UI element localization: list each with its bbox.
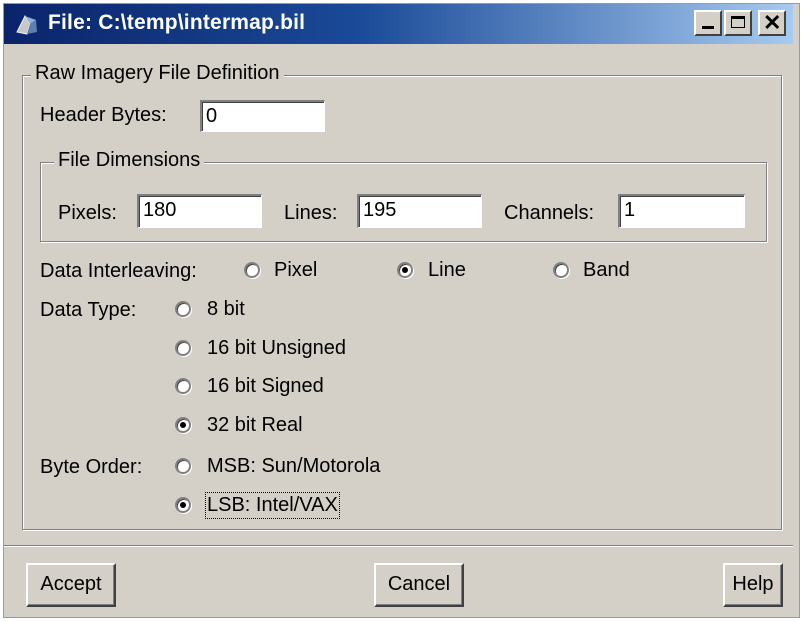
byte-order-lsb-label[interactable]: LSB: Intel/VAX [205,492,340,519]
app-icon [16,14,37,35]
data-type-16bit-signed-label[interactable]: 16 bit Signed [207,375,324,398]
data-type-32bit-real-label[interactable]: 32 bit Real [207,414,303,437]
data-type-8bit-radio[interactable] [175,301,191,317]
data-type-16bit-unsigned-radio[interactable] [175,340,191,356]
interleaving-pixel-label[interactable]: Pixel [274,259,317,282]
byte-order-msb-radio[interactable] [175,458,191,474]
help-button[interactable]: Help [723,563,783,607]
pixels-label: Pixels: [58,202,117,224]
lines-label: Lines: [284,202,338,224]
window-title: File: C:\temp\intermap.bil [48,11,306,34]
header-bytes-input[interactable]: 0 [200,100,325,132]
byte-order-lsb-radio[interactable] [175,497,191,513]
title-bar[interactable]: File: C:\temp\intermap.bil ✕ [4,4,793,44]
header-bytes-label: Header Bytes: [40,104,167,126]
interleaving-band-radio[interactable] [553,262,569,278]
channels-input[interactable]: 1 [618,194,745,228]
minimize-button[interactable] [694,10,722,36]
data-type-8bit-label[interactable]: 8 bit [207,298,245,321]
byte-order-label: Byte Order: [40,456,143,478]
byte-order-msb-label[interactable]: MSB: Sun/Motorola [207,455,380,478]
interleaving-line-radio[interactable] [397,262,413,278]
cancel-button[interactable]: Cancel [374,563,464,607]
maximize-button[interactable] [724,10,752,36]
button-separator [4,545,793,547]
data-type-16bit-signed-radio[interactable] [175,378,191,394]
channels-label: Channels: [504,202,595,224]
interleaving-pixel-radio[interactable] [244,262,260,278]
interleaving-band-label[interactable]: Band [583,259,630,282]
accept-button[interactable]: Accept [26,563,116,607]
lines-input[interactable]: 195 [357,194,482,228]
close-button[interactable]: ✕ [758,10,786,36]
interleaving-line-label[interactable]: Line [428,259,466,282]
raw-imagery-group-title: Raw Imagery File Definition [31,62,284,85]
pixels-input[interactable]: 180 [137,194,262,228]
data-type-32bit-real-radio[interactable] [175,417,191,433]
file-dimensions-group-title: File Dimensions [54,149,205,172]
data-type-label: Data Type: [40,299,137,321]
data-interleaving-label: Data Interleaving: [40,260,197,282]
data-type-16bit-unsigned-label[interactable]: 16 bit Unsigned [207,337,346,360]
close-icon: ✕ [763,10,782,35]
